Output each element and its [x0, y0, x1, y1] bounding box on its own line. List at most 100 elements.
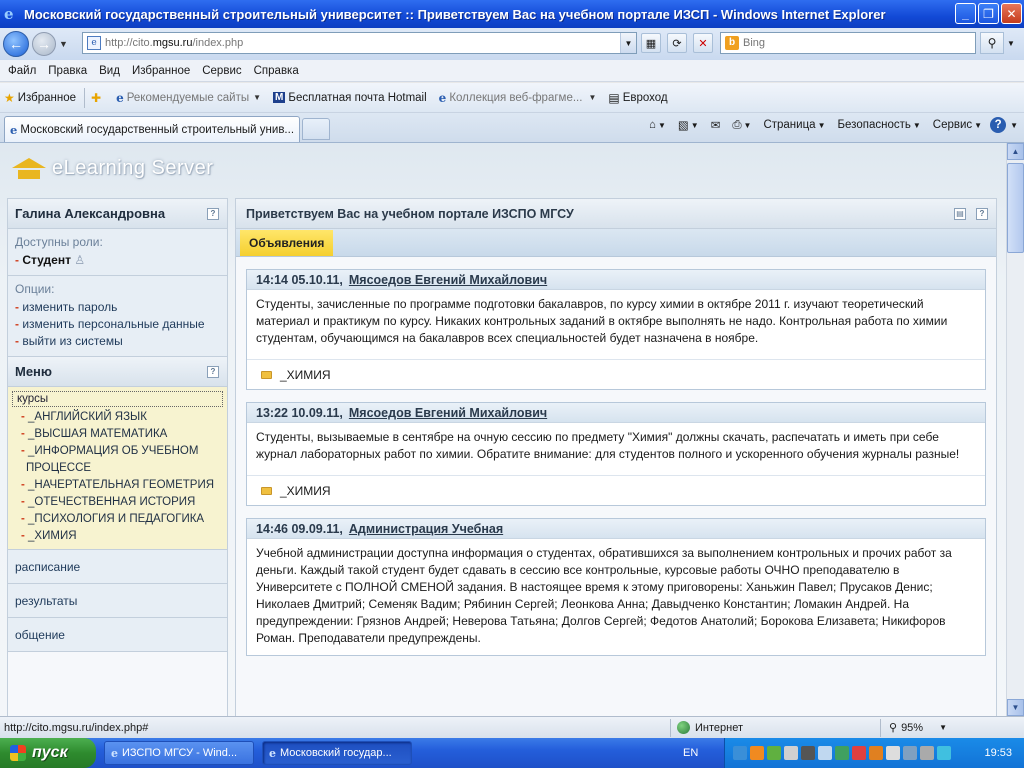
- tray-app-icon[interactable]: [852, 746, 866, 760]
- print-button[interactable]: ⎙ ▼: [728, 119, 755, 132]
- post-author-link[interactable]: Мясоедов Евгений Михайлович: [349, 273, 547, 287]
- taskbar-item[interactable]: e Московский государ...: [262, 741, 412, 765]
- post-course-link[interactable]: _ХИМИЯ: [247, 359, 985, 389]
- help-icon[interactable]: ?: [207, 366, 219, 378]
- tab-announcements[interactable]: Объявления: [240, 230, 334, 256]
- results-link[interactable]: результаты: [8, 584, 227, 618]
- scroll-down-icon[interactable]: ▼: [1007, 699, 1024, 716]
- page-menu[interactable]: Страница ▼: [759, 119, 829, 131]
- minimize-button[interactable]: _: [955, 3, 976, 24]
- tray-network-icon[interactable]: [818, 746, 832, 760]
- start-label: пуск: [32, 744, 68, 761]
- back-button[interactable]: ←: [3, 31, 29, 57]
- search-input[interactable]: [743, 37, 963, 49]
- change-password-link[interactable]: изменить пароль: [15, 299, 220, 316]
- tray-app-icon[interactable]: [920, 746, 934, 760]
- history-dropdown-icon[interactable]: ▼: [59, 39, 68, 49]
- course-item[interactable]: _ОТЕЧЕСТВЕННАЯ ИСТОРИЯ: [12, 494, 223, 511]
- taskbar-item-label: ИЗСПО МГСУ - Wind...: [122, 747, 238, 759]
- menu-help[interactable]: Справка: [248, 65, 305, 77]
- feeds-button[interactable]: ▧ ▼: [674, 118, 703, 132]
- security-menu[interactable]: Безопасность ▼: [833, 119, 924, 131]
- clock[interactable]: 19:53: [984, 747, 1012, 759]
- site-logo[interactable]: eLearning Server: [12, 157, 213, 180]
- tray-bluetooth-icon[interactable]: [733, 746, 747, 760]
- post-author-link[interactable]: Администрация Учебная: [349, 522, 503, 536]
- scroll-thumb[interactable]: [1007, 163, 1024, 253]
- help-icon[interactable]: ?: [976, 208, 988, 220]
- favorites-item-suggested[interactable]: e Рекомендуемые сайты ▼: [116, 91, 261, 105]
- person-icon: ♙: [74, 253, 86, 267]
- tray-app-icon[interactable]: [801, 746, 815, 760]
- tray-app-icon[interactable]: [750, 746, 764, 760]
- tray-app-icon[interactable]: [903, 746, 917, 760]
- zoom-control[interactable]: ⚲ 95% ▼: [880, 718, 947, 737]
- tab-current[interactable]: e Московский государственный строительны…: [4, 116, 300, 142]
- compatibility-view-icon[interactable]: ▦: [641, 33, 661, 53]
- refresh-icon[interactable]: ⟳: [667, 33, 687, 53]
- course-item[interactable]: _ИНФОРМАЦИЯ ОБ УЧЕБНОМ ПРОЦЕССЕ: [12, 443, 223, 477]
- course-item[interactable]: _ВЫСШАЯ МАТЕМАТИКА: [12, 426, 223, 443]
- menu-favorites[interactable]: Избранное: [126, 65, 196, 77]
- add-favorites-icon[interactable]: ✚: [91, 91, 104, 105]
- favorites-item-evrohod[interactable]: ▤ Евроход: [608, 91, 667, 105]
- course-item[interactable]: _ПСИХОЛОГИЯ И ПЕДАГОГИКА: [12, 511, 223, 528]
- flag-icon[interactable]: ▤: [954, 208, 966, 220]
- courses-link[interactable]: курсы: [12, 391, 223, 407]
- tray-app-icon[interactable]: [835, 746, 849, 760]
- menu-view[interactable]: Вид: [93, 65, 126, 77]
- search-icon[interactable]: ⚲: [980, 32, 1004, 54]
- zoom-dropdown-icon[interactable]: ▼: [939, 723, 947, 732]
- stop-icon[interactable]: ✕: [693, 33, 713, 53]
- favorites-button[interactable]: ★ Избранное: [4, 91, 76, 105]
- status-bar: http://cito.mgsu.ru/index.php# Интернет …: [0, 716, 1024, 738]
- change-personal-data-link[interactable]: изменить персональные данные: [15, 316, 220, 333]
- course-item[interactable]: _НАЧЕРТАТЕЛЬНАЯ ГЕОМЕТРИЯ: [12, 477, 223, 494]
- address-bar[interactable]: e http://cito.mgsu.ru/index.php ▼: [82, 32, 637, 54]
- post-course-link[interactable]: _ХИМИЯ: [247, 475, 985, 505]
- help-dropdown-icon[interactable]: ▼: [1010, 121, 1018, 130]
- tray-app-icon[interactable]: [937, 746, 951, 760]
- favorites-item-label: Рекомендуемые сайты: [126, 91, 250, 104]
- window-title: Московский государственный строительный …: [24, 6, 886, 22]
- language-indicator[interactable]: EN: [683, 747, 698, 759]
- search-options-dropdown-icon[interactable]: ▼: [1005, 32, 1017, 54]
- announcement-post: 14:46 09.09.11, Администрация Учебная Уч…: [246, 518, 986, 656]
- post-body: Студенты, вызываемые в сентябре на очную…: [256, 430, 960, 461]
- help-icon[interactable]: ?: [990, 117, 1007, 133]
- scroll-up-icon[interactable]: ▲: [1007, 143, 1024, 160]
- tray-app-icon[interactable]: [784, 746, 798, 760]
- tools-menu[interactable]: Сервис ▼: [929, 119, 986, 131]
- menu-file[interactable]: Файл: [2, 65, 42, 77]
- search-box[interactable]: b: [720, 32, 976, 54]
- address-dropdown-icon[interactable]: ▼: [620, 33, 636, 53]
- taskbar-item[interactable]: e ИЗСПО МГСУ - Wind...: [104, 741, 254, 765]
- maximize-button[interactable]: ❐: [978, 3, 999, 24]
- menu-edit[interactable]: Правка: [42, 65, 93, 77]
- logout-link[interactable]: выйти из системы: [15, 333, 220, 350]
- post-body: Студенты, зачисленные по программе подго…: [256, 297, 948, 345]
- tray-app-icon[interactable]: [767, 746, 781, 760]
- menu-tools[interactable]: Сервис: [196, 65, 247, 77]
- post-author-link[interactable]: Мясоедов Евгений Михайлович: [349, 406, 547, 420]
- favorites-item-webslices[interactable]: e Коллекция веб-фрагме... ▼: [439, 91, 597, 105]
- mail-button[interactable]: ✉: [707, 118, 725, 132]
- course-item[interactable]: _АНГЛИЙСКИЙ ЯЗЫК: [12, 409, 223, 426]
- start-button[interactable]: пуск: [0, 738, 96, 768]
- vertical-scrollbar[interactable]: ▲ ▼: [1006, 143, 1024, 716]
- tray-volume-icon[interactable]: [886, 746, 900, 760]
- favorites-item-hotmail[interactable]: M Бесплатная почта Hotmail: [273, 92, 427, 104]
- menu-header: Меню ?: [8, 357, 227, 387]
- close-button[interactable]: ✕: [1001, 3, 1022, 24]
- tray-app-icon[interactable]: [869, 746, 883, 760]
- home-button[interactable]: ⌂ ▼: [645, 119, 670, 131]
- forward-button[interactable]: →: [32, 32, 56, 56]
- new-tab-button[interactable]: [302, 118, 330, 140]
- address-url[interactable]: http://cito.mgsu.ru/index.php: [105, 37, 620, 49]
- communication-link[interactable]: общение: [8, 618, 227, 652]
- role-student[interactable]: Студент ♙: [15, 252, 220, 269]
- security-zone[interactable]: Интернет: [670, 718, 880, 737]
- schedule-link[interactable]: расписание: [8, 550, 227, 584]
- course-item[interactable]: _ХИМИЯ: [12, 528, 223, 545]
- help-icon[interactable]: ?: [207, 208, 219, 220]
